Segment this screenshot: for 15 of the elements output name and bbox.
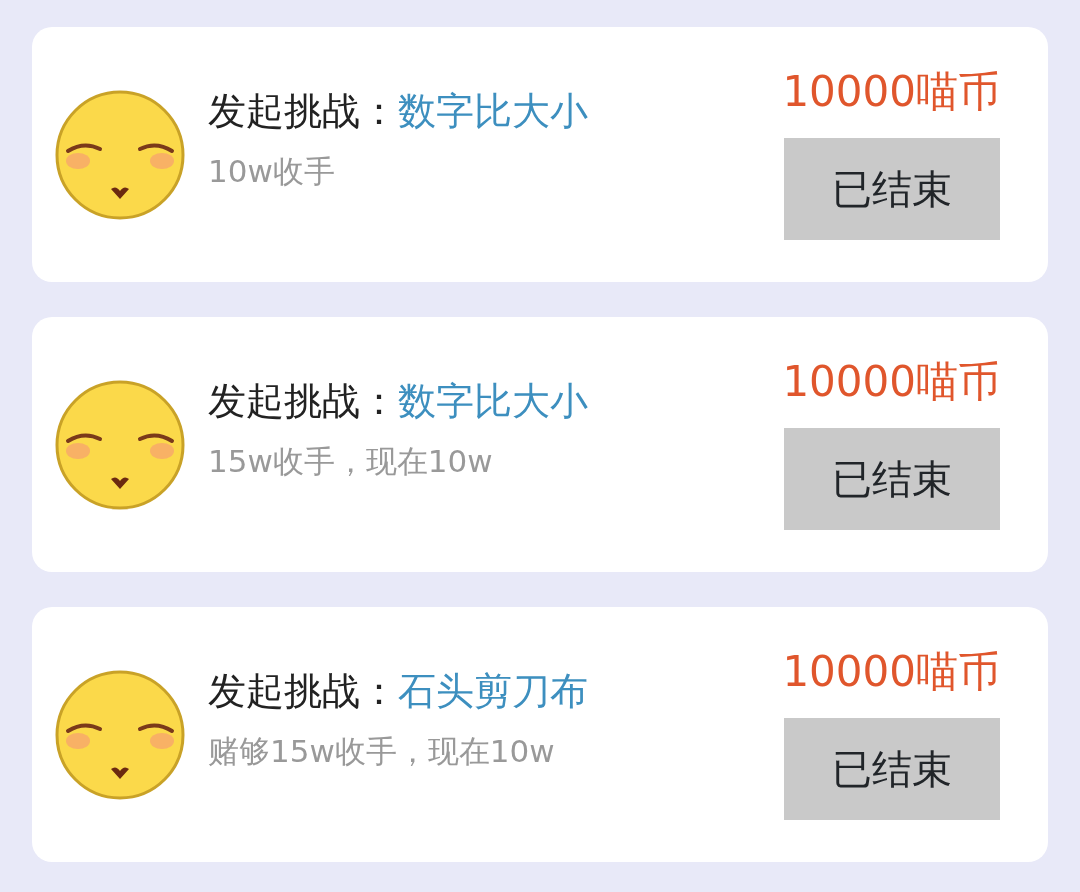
- emoji-face-icon: [54, 668, 186, 801]
- emoji-face-icon: [54, 378, 186, 511]
- challenge-label: 发起挑战：: [208, 668, 398, 713]
- emoji-face-icon: [54, 88, 186, 221]
- challenge-label: 发起挑战：: [208, 378, 398, 423]
- challenge-note: 赌够15w收手，现在10w: [208, 734, 556, 769]
- coin-amount: 10000喵币: [782, 69, 1000, 116]
- challenge-label: 发起挑战：: [208, 88, 398, 133]
- coin-amount: 10000喵币: [782, 359, 1000, 406]
- game-link[interactable]: 数字比大小: [398, 88, 588, 133]
- game-link[interactable]: 石头剪刀布: [398, 668, 588, 713]
- challenge-note: 15w收手，现在10w: [208, 444, 494, 479]
- game-link[interactable]: 数字比大小: [398, 378, 588, 423]
- coin-amount: 10000喵币: [782, 649, 1000, 696]
- challenge-note: 10w收手: [208, 154, 336, 189]
